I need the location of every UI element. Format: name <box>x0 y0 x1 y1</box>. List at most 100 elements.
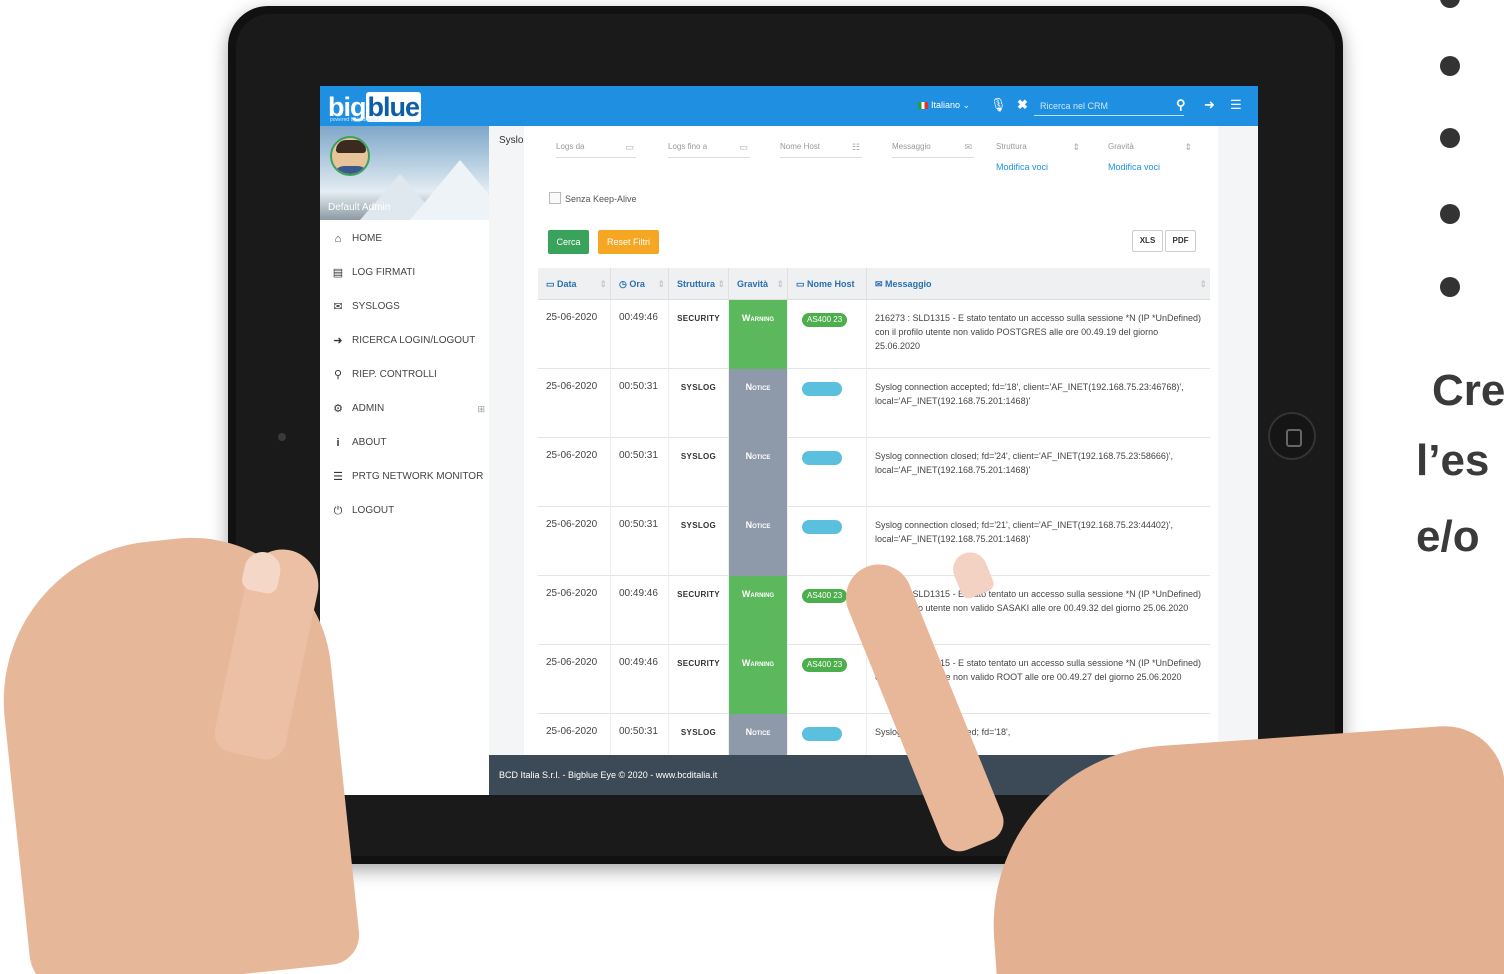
cell-date: 25-06-2020 <box>538 438 611 507</box>
cell-gravity: Notice <box>729 369 788 438</box>
cell-date: 25-06-2020 <box>538 300 611 369</box>
slide-text-line: e/o <box>1416 512 1480 561</box>
sidebar-item-admin[interactable]: ⚙ ADMIN ⊞ <box>320 392 489 426</box>
top-bar: bigblue powered by bcditalia.it Italiano… <box>320 86 1258 126</box>
table-body: 25-06-2020 00:49:46 SECURITY Warning AS400 2… <box>538 300 1210 783</box>
logs-from-field[interactable]: Logs da ▭ <box>556 142 636 158</box>
structure-select[interactable]: Struttura ⇕ <box>996 142 1082 158</box>
table-row[interactable]: 25-06-202000:50:31SYSLOGNotice Syslog con… <box>538 438 1210 507</box>
cell-structure: SECURITY <box>669 645 729 714</box>
header-label: Nome Host <box>807 279 855 289</box>
italy-flag-icon <box>918 102 928 110</box>
sidebar-item-label: HOME <box>352 233 382 244</box>
sidebar-item-riep-controlli[interactable]: ⚲ RIEP. CONTROLLI <box>320 358 489 392</box>
cell-time: 00:50:31 <box>611 507 669 576</box>
signed-log-icon: ▤ <box>332 267 344 279</box>
column-header-gravity[interactable]: Gravità ⇕ <box>729 268 788 300</box>
cell-date: 25-06-2020 <box>538 645 611 714</box>
export-xls-button[interactable]: XLS <box>1132 230 1163 252</box>
host-name-placeholder: Nome Host <box>780 142 821 151</box>
language-label: Italiano <box>931 100 961 110</box>
logs-to-field[interactable]: Logs fino a ▭ <box>668 142 750 158</box>
avatar[interactable] <box>330 136 370 176</box>
reset-filters-button[interactable]: Reset Filtri <box>598 230 659 254</box>
language-selector[interactable]: Italiano ⌄ <box>918 100 970 111</box>
cell-structure: SYSLOG <box>669 369 729 438</box>
cogs-icon: ⚙ <box>333 403 343 415</box>
host-badge[interactable] <box>802 382 842 396</box>
microphone-icon[interactable]: 🎙 <box>990 97 1007 113</box>
sort-icon: ⇕ <box>1184 142 1192 152</box>
sort-icon: ⇕ <box>717 279 725 289</box>
user-name: Default Admin <box>328 202 391 213</box>
host-badge[interactable] <box>802 520 842 534</box>
column-header-date[interactable]: ▭ Data ⇕ <box>538 268 611 300</box>
structure-edit-link[interactable]: Modifica voci <box>996 162 1048 172</box>
logs-from-placeholder: Logs da <box>556 142 585 151</box>
table-row[interactable]: 25-06-202000:50:31SYSLOGNotice Syslog con… <box>538 369 1210 438</box>
column-header-time[interactable]: ◷ Ora ⇕ <box>611 268 669 300</box>
sidebar-item-log-firmati[interactable]: ▤ LOG FIRMATI <box>320 256 489 290</box>
table-header: ▭ Data ⇕ ◷ Ora ⇕ Struttura ⇕ Gravità ⇕ ▭ Nom… <box>538 268 1210 300</box>
slide-bullet <box>1440 204 1460 224</box>
main-content: Syslogs Logs da ▭ Logs fino a ▭ Nome Host ☷… <box>489 126 1258 795</box>
home-button[interactable] <box>1268 412 1316 460</box>
search-icon[interactable]: ⚲ <box>1176 97 1186 113</box>
slide-bullet <box>1440 0 1460 8</box>
cell-structure: SYSLOG <box>669 507 729 576</box>
export-pdf-button[interactable]: PDF <box>1165 230 1196 252</box>
cell-message: Syslog connection accepted; fd='18', cli… <box>875 382 1184 406</box>
gravity-edit-link[interactable]: Modifica voci <box>1108 162 1160 172</box>
slide-bullet <box>1440 128 1460 148</box>
menu-icon[interactable]: ☰ <box>1230 97 1242 113</box>
sidebar-item-logout[interactable]: ⏻ LOGOUT <box>320 494 489 528</box>
sidebar-item-label: ADMIN <box>352 403 385 414</box>
host-name-field[interactable]: Nome Host ☷ <box>780 142 862 158</box>
info-icon: i <box>336 437 340 449</box>
message-field[interactable]: Messaggio ✉ <box>892 142 974 158</box>
sidebar-item-label: RIEP. CONTROLLI <box>352 369 437 380</box>
host-badge[interactable]: AS400 23 <box>802 313 848 327</box>
calendar-icon: ▭ <box>739 142 748 152</box>
cell-host <box>788 507 867 576</box>
cell-gravity: Notice <box>729 507 788 576</box>
cell-gravity: Warning <box>729 300 788 369</box>
table-row[interactable]: 25-06-2020 00:49:46 SECURITY Warning AS400 2… <box>538 300 1210 369</box>
crm-search-input[interactable]: Ricerca nel CRM <box>1034 98 1184 116</box>
fullscreen-icon[interactable]: ✖ <box>1017 97 1028 113</box>
cell-message: Syslog connection closed; fd='21', clien… <box>875 520 1174 544</box>
host-badge[interactable] <box>802 727 842 741</box>
sort-icon: ⇕ <box>776 279 784 289</box>
sort-icon: ⇕ <box>1199 279 1207 289</box>
sidebar: Default Admin ⌂ HOME ▤ LOG FIRMATI ✉ SYSLOG… <box>320 126 489 795</box>
header-label: Messaggio <box>885 279 932 289</box>
sidebar-item-home[interactable]: ⌂ HOME <box>320 222 489 256</box>
logs-to-placeholder: Logs fino a <box>668 142 708 151</box>
power-icon: ⏻ <box>333 505 343 517</box>
header-label: Struttura <box>677 279 715 289</box>
host-badge[interactable]: AS400 23 <box>802 658 848 672</box>
cell-host: AS400 23 <box>788 645 867 714</box>
column-header-structure[interactable]: Struttura ⇕ <box>669 268 729 300</box>
gravity-label: Gravità <box>1108 142 1134 151</box>
sign-out-icon[interactable]: ➜ <box>1204 97 1215 113</box>
cell-host: AS400 23 <box>788 300 867 369</box>
sidebar-item-syslogs[interactable]: ✉ SYSLOGS <box>320 290 489 324</box>
cell-time: 00:50:31 <box>611 369 669 438</box>
home-icon: ⌂ <box>334 233 342 245</box>
host-badge[interactable]: AS400 23 <box>802 589 848 603</box>
column-header-message[interactable]: ✉ Messaggio ⇕ <box>867 268 1210 300</box>
sidebar-item-prtg[interactable]: ☰ PRTG NETWORK MONITOR <box>320 460 489 494</box>
host-badge[interactable] <box>802 451 842 465</box>
app-screen: bigblue powered by bcditalia.it Italiano… <box>320 86 1258 795</box>
column-header-host[interactable]: ▭ Nome Host <box>788 268 867 300</box>
slide-bullet <box>1440 277 1460 297</box>
sidebar-item-about[interactable]: i ABOUT <box>320 426 489 460</box>
list-icon: ☷ <box>851 142 860 152</box>
envelope-icon: ✉ <box>333 301 343 313</box>
sidebar-item-login-logout[interactable]: ➜ RICERCA LOGIN/LOGOUT <box>320 324 489 358</box>
search-button[interactable]: Cerca <box>548 230 589 254</box>
gravity-select[interactable]: Gravità ⇕ <box>1108 142 1194 158</box>
cell-structure: SECURITY <box>669 576 729 645</box>
expand-icon[interactable]: ⊞ <box>477 392 485 426</box>
